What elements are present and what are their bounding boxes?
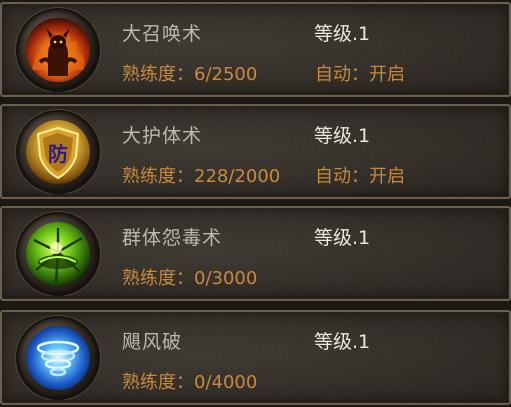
skill-name: 飓风破 [122, 331, 183, 353]
skill-name: 大护体术 [122, 125, 203, 147]
skill-auto-toggle[interactable]: 自动：开启 [315, 162, 405, 188]
skill-row-protection[interactable]: 防 大护体术 等级.1 熟练度：228/2000 自动：开启 [0, 104, 511, 199]
skill-list: 大召唤术 等级.1 熟练度：6/2500 自动：开启 防 大护体术 等级.1 熟… [0, 0, 511, 407]
skill-proficiency: 熟练度：0/3000 [122, 268, 258, 289]
skill-proficiency: 熟练度：228/2000 [122, 166, 281, 187]
cyclone-icon [26, 326, 90, 390]
defense-shield-icon: 防 [26, 120, 90, 184]
skill-row-cyclone[interactable]: 飓风破 等级.1 熟练度：0/4000 [0, 310, 511, 405]
poison-burst-icon [26, 222, 90, 286]
skill-level: 等级.1 [314, 227, 371, 249]
skill-icon-frame[interactable]: 防 [18, 112, 98, 192]
skill-name: 群体怨毒术 [122, 227, 223, 249]
fire-demon-icon [26, 18, 90, 82]
skill-icon-frame[interactable] [18, 318, 98, 398]
skill-name: 大召唤术 [122, 23, 203, 45]
defense-glyph: 防 [48, 142, 68, 166]
skill-icon-frame[interactable] [18, 10, 98, 90]
skill-icon-frame[interactable] [18, 214, 98, 294]
skill-proficiency: 熟练度：0/4000 [122, 372, 258, 393]
skill-row-poison[interactable]: 群体怨毒术 等级.1 熟练度：0/3000 [0, 206, 511, 301]
skill-level: 等级.1 [314, 23, 371, 45]
skill-row-summon[interactable]: 大召唤术 等级.1 熟练度：6/2500 自动：开启 [0, 2, 511, 97]
skill-level: 等级.1 [314, 331, 371, 353]
skill-auto-toggle[interactable]: 自动：开启 [315, 60, 405, 86]
skill-proficiency: 熟练度：6/2500 [122, 64, 258, 85]
skill-level: 等级.1 [314, 125, 371, 147]
